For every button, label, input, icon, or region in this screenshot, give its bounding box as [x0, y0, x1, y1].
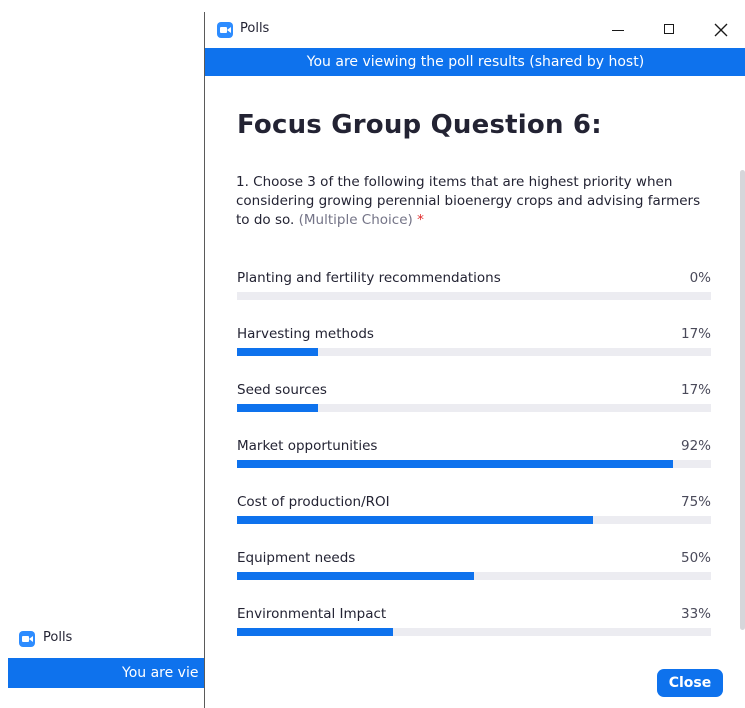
background-results-banner: You are vie	[8, 658, 210, 688]
result-bar-fill	[237, 348, 318, 356]
zoom-camera-icon	[217, 22, 233, 38]
maximize-button[interactable]	[646, 12, 692, 48]
minimize-icon	[612, 30, 624, 31]
answer-row: Harvesting methods 17%	[237, 326, 711, 366]
content-scrollbar[interactable]	[740, 170, 745, 630]
screen: Polls You are vie Polls You are viewing …	[0, 0, 745, 708]
result-bar-fill	[237, 460, 674, 468]
poll-title: Focus Group Question 6:	[237, 110, 602, 140]
answer-row: Equipment needs 50%	[237, 550, 711, 590]
result-bar-fill	[237, 404, 318, 412]
answer-row: Cost of production/ROI 75%	[237, 494, 711, 534]
answer-label: Planting and fertility recommendations	[237, 270, 501, 286]
question-type: (Multiple Choice)	[298, 212, 413, 228]
answer-label: Environmental Impact	[237, 606, 387, 622]
background-polls-window: Polls You are vie	[0, 622, 210, 708]
minimize-button[interactable]	[595, 12, 641, 48]
background-title-bar[interactable]: Polls	[0, 622, 210, 656]
result-bar-track	[237, 572, 711, 580]
result-bar-fill	[237, 628, 394, 636]
answer-row: Seed sources 17%	[237, 382, 711, 422]
answer-label: Harvesting methods	[237, 326, 374, 342]
footer: Close	[205, 658, 745, 708]
zoom-camera-icon	[19, 631, 35, 647]
result-bar-track	[237, 348, 711, 356]
answer-percent: 50%	[680, 550, 711, 566]
answer-percent: 75%	[680, 494, 711, 510]
polls-window: Polls You are viewing the poll results (…	[204, 12, 745, 708]
answer-percent: 17%	[680, 382, 711, 398]
answer-row: Environmental Impact 33%	[237, 606, 711, 646]
answer-row: Market opportunities 92%	[237, 438, 711, 478]
background-window-title: Polls	[43, 630, 73, 645]
required-marker: *	[417, 212, 424, 228]
result-bar-fill	[237, 572, 474, 580]
maximize-icon	[664, 24, 674, 34]
answer-label: Market opportunities	[237, 438, 378, 454]
results-banner: You are viewing the poll results (shared…	[205, 48, 745, 76]
answer-percent: 17%	[680, 326, 711, 342]
result-bar-track	[237, 516, 711, 524]
answer-percent: 92%	[680, 438, 711, 454]
poll-content[interactable]: Focus Group Question 6: 1. Choose 3 of t…	[205, 76, 737, 658]
result-bar-fill	[237, 516, 593, 524]
answer-percent: 0%	[689, 270, 711, 286]
result-bar-track	[237, 460, 711, 468]
result-bar-track	[237, 628, 711, 636]
question-text: 1. Choose 3 of the following items that …	[236, 173, 716, 230]
answer-label: Cost of production/ROI	[237, 494, 390, 510]
answer-label: Seed sources	[237, 382, 327, 398]
window-close-button[interactable]	[698, 12, 744, 48]
result-bar-track	[237, 292, 711, 300]
close-icon	[714, 23, 728, 37]
title-bar[interactable]: Polls	[205, 12, 745, 48]
result-bar-track	[237, 404, 711, 412]
close-button[interactable]: Close	[657, 669, 723, 697]
answer-label: Equipment needs	[237, 550, 356, 566]
window-title: Polls	[240, 21, 270, 36]
background-banner-text: You are vie	[122, 665, 199, 681]
answer-row: Planting and fertility recommendations 0…	[237, 270, 711, 310]
answer-percent: 33%	[680, 606, 711, 622]
